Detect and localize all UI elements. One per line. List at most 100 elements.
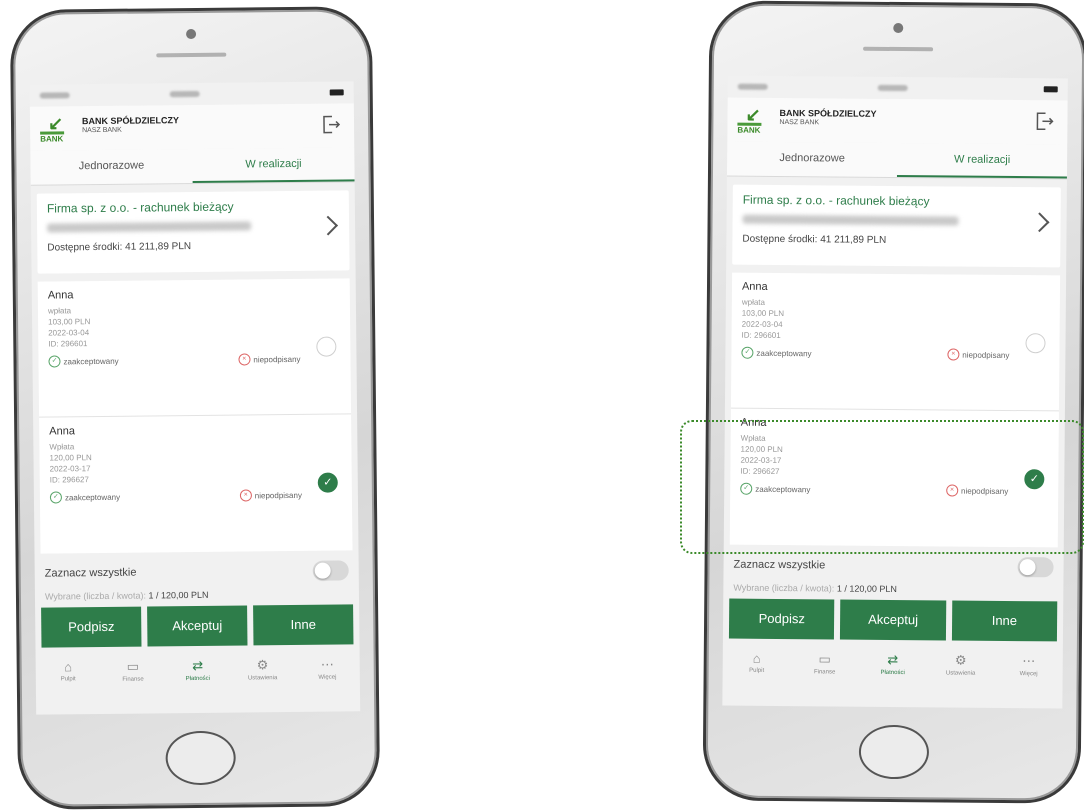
tx-id: ID: 296601 — [48, 339, 88, 349]
sign-button[interactable]: Podpisz — [41, 606, 142, 648]
home-icon: ⌂ — [752, 650, 761, 666]
bank-name: BANK SPÓŁDZIELCZY — [779, 107, 877, 119]
tx-id: ID: 296601 — [741, 330, 781, 340]
account-balance: Dostępne środki: 41 211,89 PLN — [742, 233, 887, 246]
x-circle-icon: × — [947, 348, 960, 361]
tab-in-progress[interactable]: W realizacji — [192, 147, 355, 184]
nav-wiecej[interactable]: ⋯ Więcej — [307, 656, 347, 681]
status-accepted: zaakceptowany — [63, 356, 119, 366]
tx-name: Anna — [49, 425, 76, 438]
phone-frame-left: ↙ BANK BANK SPÓŁDZIELCZY NASZ BANK Jedno… — [9, 6, 381, 810]
nav-pulpit[interactable]: ⌂ Pulpit — [737, 651, 777, 675]
account-name: Firma sp. z o.o. - rachunek bieżący — [742, 192, 930, 209]
more-icon: ⋯ — [320, 656, 334, 672]
tx-id: ID: 296627 — [49, 475, 89, 485]
select-radio[interactable] — [316, 336, 337, 357]
bank-name: BANK SPÓŁDZIELCZY — [81, 115, 180, 127]
wallet-icon: ▭ — [126, 658, 140, 674]
logout-icon[interactable] — [320, 113, 342, 135]
speaker-grille — [863, 46, 934, 52]
nav-wiecej[interactable]: ⋯ Więcej — [1009, 653, 1049, 677]
check-circle-icon: ✓ — [741, 346, 754, 359]
other-button[interactable]: Inne — [253, 604, 354, 646]
list-item[interactable]: Anna Wpłata 120,00 PLN 2022-03-17 ID: 29… — [39, 414, 352, 553]
account-card[interactable]: Firma sp. z o.o. - rachunek bieżący Dost… — [732, 184, 1061, 268]
account-card[interactable]: Firma sp. z o.o. - rachunek bieżący Dost… — [36, 190, 350, 274]
tab-one-time[interactable]: Jednorazowe — [727, 142, 897, 177]
nav-finanse[interactable]: ▭ Finanse — [805, 651, 845, 675]
phone-frame-right: ↙ BANK BANK SPÓŁDZIELCZY NASZ BANK Jedno… — [702, 0, 1084, 804]
status-accepted: zaakceptowany — [756, 348, 812, 358]
home-button — [165, 730, 236, 786]
select-radio[interactable] — [1025, 333, 1046, 354]
accept-button[interactable]: Akceptuj — [147, 605, 248, 647]
list-item[interactable]: Anna wpłata 103,00 PLN 2022-03-04 ID: 29… — [730, 272, 1061, 412]
check-circle-icon: ✓ — [49, 491, 62, 504]
wallet-icon: ▭ — [818, 651, 831, 667]
status-bar — [728, 76, 1068, 101]
transaction-list: Anna wpłata 103,00 PLN 2022-03-04 ID: 29… — [37, 278, 353, 554]
account-balance: Dostępne środki: 41 211,89 PLN — [47, 241, 192, 254]
account-number-blurred — [742, 214, 959, 226]
select-all-toggle[interactable] — [1017, 557, 1054, 578]
status-unsigned: niepodpisany — [254, 490, 302, 500]
transfer-icon: ⇄ — [887, 651, 899, 668]
selected-value: 1 / 120,00 PLN — [836, 583, 897, 595]
list-item[interactable]: Anna wpłata 103,00 PLN 2022-03-04 ID: 29… — [37, 278, 352, 418]
bank-subname: NASZ BANK — [82, 126, 122, 135]
speaker-grille — [156, 52, 227, 58]
home-icon: ⌂ — [64, 659, 73, 675]
status-unsigned: niepodpisany — [253, 354, 301, 364]
app-header: ↙ BANK BANK SPÓŁDZIELCZY NASZ BANK — [727, 97, 1068, 145]
bank-subname: NASZ BANK — [779, 118, 820, 127]
tab-one-time[interactable]: Jednorazowe — [30, 149, 192, 185]
bottom-nav: ⌂ Pulpit ▭ Finanse ⇄ Płatności ⚙ Ustawienia … — [723, 639, 1063, 678]
tx-name: Anna — [47, 289, 74, 302]
select-all-label: Zaznacz wszystkie — [733, 558, 826, 572]
select-all-toggle[interactable] — [312, 560, 349, 581]
nav-ustawienia[interactable]: ⚙ Ustawienia — [941, 652, 981, 677]
tx-name: Anna — [741, 280, 768, 293]
tab-in-progress[interactable]: W realizacji — [896, 143, 1068, 179]
home-button — [858, 724, 930, 780]
chevron-right-icon[interactable] — [318, 215, 338, 236]
action-buttons: Podpisz Akceptuj Inne — [723, 598, 1063, 642]
x-circle-icon: × — [239, 489, 252, 502]
camera-icon — [186, 28, 197, 40]
nav-platnosci[interactable]: ⇄ Płatności — [178, 658, 218, 682]
chevron-right-icon[interactable] — [1029, 212, 1050, 233]
select-all-row: Zaznacz wszystkie — [35, 550, 359, 587]
selected-value: 1 / 120,00 PLN — [148, 589, 209, 601]
action-buttons: Podpisz Akceptuj Inne — [35, 604, 359, 648]
gear-icon: ⚙ — [954, 652, 967, 668]
app-header: ↙ BANK BANK SPÓŁDZIELCZY NASZ BANK — [29, 103, 355, 151]
nav-pulpit[interactable]: ⌂ Pulpit — [48, 659, 88, 683]
account-name: Firma sp. z o.o. - rachunek bieżący — [46, 199, 234, 216]
app-screen: ↙ BANK BANK SPÓŁDZIELCZY NASZ BANK Jedno… — [722, 75, 1068, 709]
bank-logo: ↙ BANK — [40, 113, 65, 144]
logout-icon[interactable] — [1033, 110, 1055, 132]
nav-ustawienia[interactable]: ⚙ Ustawienia — [242, 657, 282, 681]
tab-bar: Jednorazowe W realizacji — [30, 147, 355, 186]
account-number-blurred — [47, 221, 252, 233]
status-accepted: zaakceptowany — [64, 492, 121, 502]
select-radio-checked[interactable]: ✓ — [317, 472, 338, 493]
tab-bar: Jednorazowe W realizacji — [726, 141, 1068, 180]
accept-button[interactable]: Akceptuj — [840, 599, 946, 641]
other-button[interactable]: Inne — [951, 600, 1058, 642]
app-screen: ↙ BANK BANK SPÓŁDZIELCZY NASZ BANK Jedno… — [29, 81, 361, 715]
x-circle-icon: × — [238, 353, 251, 366]
sign-button[interactable]: Podpisz — [728, 598, 835, 640]
bank-logo: ↙ BANK — [737, 104, 762, 135]
camera-icon — [893, 22, 904, 34]
status-unsigned: niepodpisany — [962, 350, 1010, 360]
battery-icon — [1043, 86, 1058, 93]
nav-finanse[interactable]: ▭ Finanse — [113, 658, 153, 683]
select-all-label: Zaznacz wszystkie — [44, 566, 137, 580]
check-circle-icon: ✓ — [48, 355, 61, 368]
selection-highlight-frame — [680, 420, 1084, 554]
gear-icon: ⚙ — [256, 657, 269, 673]
nav-platnosci[interactable]: ⇄ Płatności — [873, 652, 913, 676]
transfer-icon: ⇄ — [192, 657, 204, 674]
bottom-nav: ⌂ Pulpit ▭ Finanse ⇄ Płatności ⚙ Ustawienia … — [36, 644, 360, 683]
